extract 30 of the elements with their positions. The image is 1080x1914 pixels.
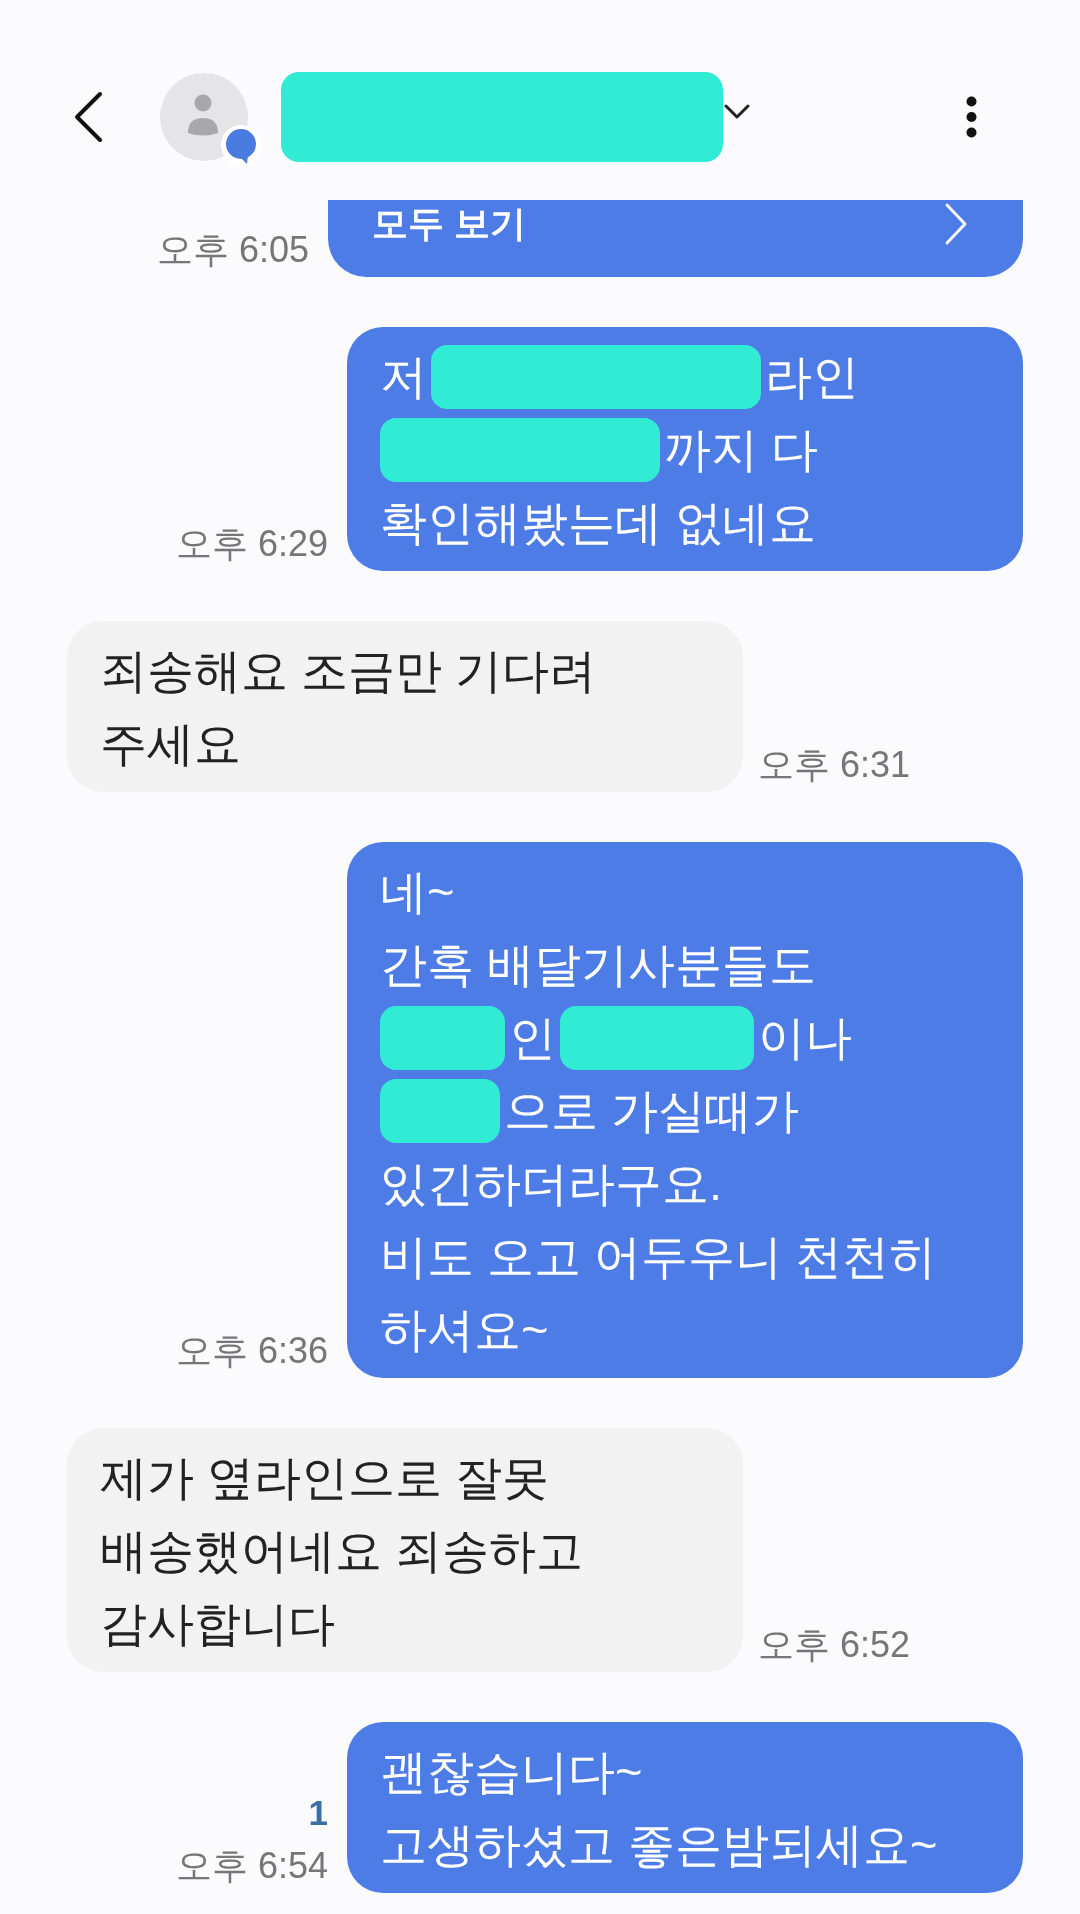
- message-text: 비도 오고 어두우니 천천히: [380, 1229, 937, 1285]
- message-text: 제가 옆라인으로 잘못 배송했어네요 죄송하고 감사합니다: [100, 1450, 585, 1652]
- back-icon: [73, 91, 103, 143]
- message-text: 저: [380, 349, 427, 405]
- expand-button[interactable]: [724, 104, 750, 120]
- message-text: 하셔요~: [380, 1302, 549, 1358]
- message-time: 오후 6:36: [175, 1330, 328, 1372]
- message-time: 오후 6:05: [156, 229, 309, 271]
- message-time: 오후 6:52: [758, 1624, 911, 1666]
- message-text: 라인: [765, 349, 859, 405]
- message-text: 네~: [380, 864, 455, 920]
- more-options-icon: [966, 96, 977, 138]
- message-text: 있긴하더라구요.: [380, 1156, 723, 1212]
- unread-count: 1: [308, 1793, 328, 1833]
- message-time: 오후 6:54: [175, 1845, 328, 1887]
- more-options-button[interactable]: [966, 96, 977, 138]
- message-text: 으로 가실때가: [504, 1083, 800, 1139]
- view-all-button[interactable]: 모두 보기: [328, 200, 1023, 277]
- back-button[interactable]: [73, 91, 103, 143]
- message-text: 인: [509, 1010, 556, 1066]
- message-text: 이나: [758, 1010, 852, 1066]
- message-time: 오후 6:29: [175, 523, 328, 565]
- message-text: 간혹 배달기사분들도: [380, 937, 817, 993]
- message-time: 오후 6:31: [758, 744, 911, 786]
- message-text: 괜찮습니다~ 고생하셨고 좋은밤되세요~: [380, 1744, 939, 1873]
- message-text: 죄송해요 조금만 기다려 주세요: [100, 643, 598, 772]
- message-text: 까지 다: [664, 422, 819, 478]
- chevron-right-icon: [944, 202, 968, 246]
- message-text: 확인해봤는데 없네요: [380, 495, 817, 551]
- chevron-down-icon: [724, 104, 750, 120]
